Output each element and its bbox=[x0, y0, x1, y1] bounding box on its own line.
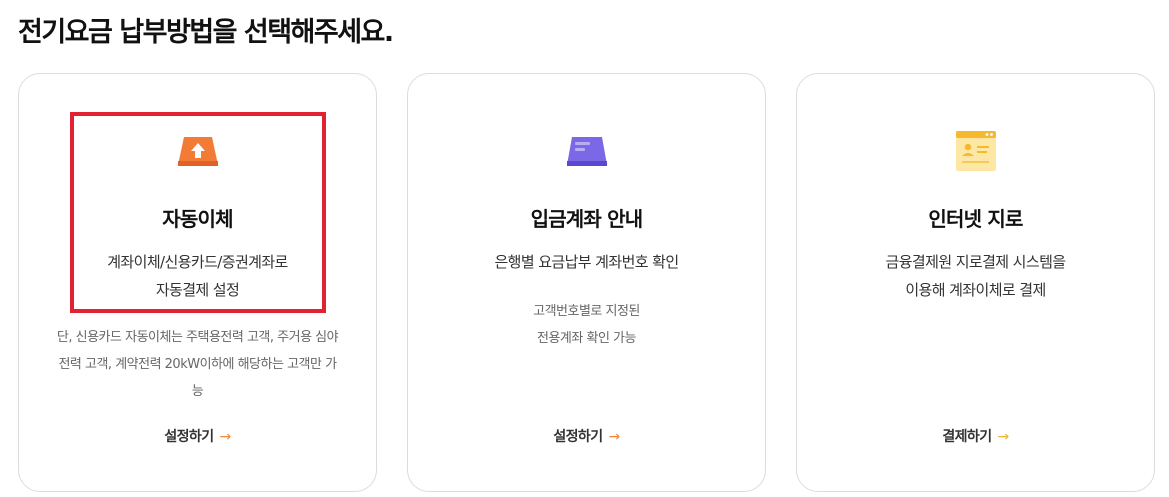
bank-card-icon bbox=[565, 131, 609, 171]
description-line: 은행별 요금납부 계좌번호 확인 bbox=[494, 253, 679, 271]
pay-link[interactable]: 결제하기 → bbox=[797, 426, 1154, 446]
note-line: 능 bbox=[191, 384, 204, 399]
card-title: 인터넷 지로 bbox=[928, 207, 1023, 231]
note-line: 고객번호별로 지정된 bbox=[533, 304, 640, 319]
card-note: 단, 신용카드 자동이체는 주택용전력 고객, 주거용 심야 전력 고객, 계약… bbox=[19, 324, 376, 405]
description-line: 자동결제 설정 bbox=[155, 281, 240, 299]
arrow-right-icon: → bbox=[608, 429, 620, 445]
card-title: 입금계좌 안내 bbox=[530, 207, 644, 231]
action-label: 설정하기 bbox=[553, 429, 603, 445]
card-internet-giro[interactable]: 인터넷 지로 금융결제원 지로결제 시스템을 이용해 계좌이체로 결제 결제하기… bbox=[796, 73, 1155, 492]
page-title: 전기요금 납부방법을 선택해주세요. bbox=[18, 17, 394, 48]
page: 전기요금 납부방법을 선택해주세요. 자동이체 계좌이체/신용카드/증권계좌로 … bbox=[0, 0, 1169, 497]
arrow-right-icon: → bbox=[219, 429, 231, 445]
card-description: 금융결제원 지로결제 시스템을 이용해 계좌이체로 결제 bbox=[797, 248, 1154, 304]
note-line: 단, 신용카드 자동이체는 주택용전력 고객, 주거용 심야 bbox=[56, 330, 339, 345]
upload-card-icon bbox=[176, 131, 220, 171]
description-line: 이용해 계좌이체로 결제 bbox=[905, 281, 1046, 299]
note-line: 전용계좌 확인 가능 bbox=[537, 331, 636, 346]
card-note: 고객번호별로 지정된 전용계좌 확인 가능 bbox=[408, 298, 765, 352]
card-deposit-account[interactable]: 입금계좌 안내 은행별 요금납부 계좌번호 확인 고객번호별로 지정된 전용계좌… bbox=[407, 73, 766, 492]
description-line: 계좌이체/신용카드/증권계좌로 bbox=[107, 253, 288, 271]
action-label: 결제하기 bbox=[942, 429, 992, 445]
note-line: 전력 고객, 계약전력 20kW이하에 해당하는 고객만 가 bbox=[58, 357, 337, 372]
card-auto-transfer[interactable]: 자동이체 계좌이체/신용카드/증권계좌로 자동결제 설정 단, 신용카드 자동이… bbox=[18, 73, 377, 492]
card-title: 자동이체 bbox=[162, 207, 233, 231]
action-label: 설정하기 bbox=[164, 429, 214, 445]
internet-window-icon bbox=[954, 131, 998, 171]
setup-link[interactable]: 설정하기 → bbox=[408, 426, 765, 446]
card-description: 계좌이체/신용카드/증권계좌로 자동결제 설정 bbox=[19, 248, 376, 304]
card-description: 은행별 요금납부 계좌번호 확인 bbox=[408, 248, 765, 276]
description-line: 금융결제원 지로결제 시스템을 bbox=[885, 253, 1067, 271]
arrow-right-icon: → bbox=[997, 429, 1009, 445]
setup-link[interactable]: 설정하기 → bbox=[19, 426, 376, 446]
